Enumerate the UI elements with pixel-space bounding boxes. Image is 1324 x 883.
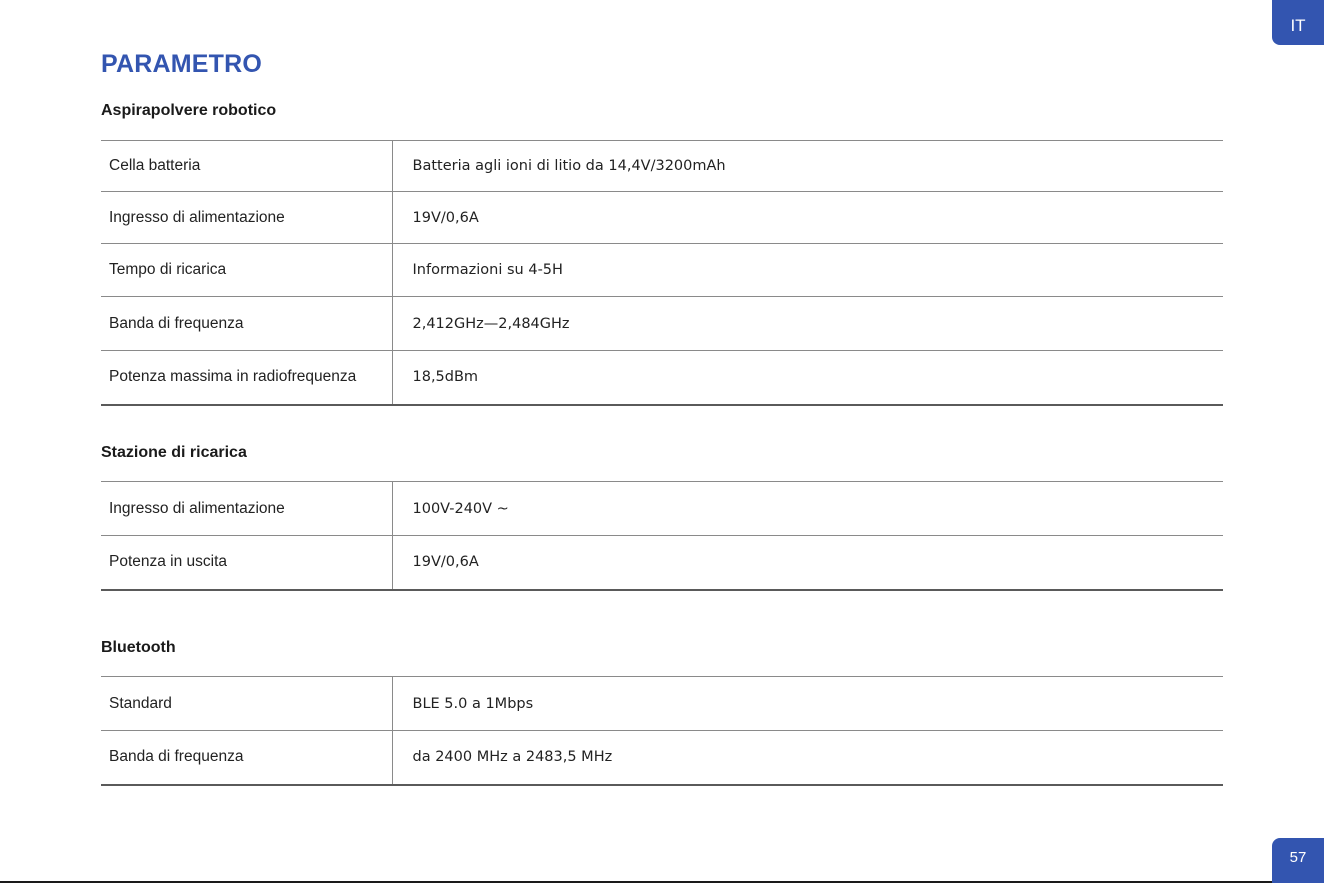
- spec-value: 2,412GHz—2,484GHz: [392, 296, 1223, 351]
- spec-table-robot-vacuum: Cella batteria Batteria agli ioni di lit…: [101, 140, 1223, 406]
- spec-value: Batteria agli ioni di litio da 14,4V/320…: [392, 140, 1223, 192]
- table-row: Standard BLE 5.0 a 1Mbps: [101, 676, 1223, 731]
- table-row: Potenza in uscita 19V/0,6A: [101, 535, 1223, 591]
- spec-label: Banda di frequenza: [101, 730, 393, 786]
- spec-label: Cella batteria: [101, 140, 393, 192]
- spec-label: Potenza massima in radiofrequenza: [101, 350, 393, 406]
- spec-table-bluetooth: Standard BLE 5.0 a 1Mbps Banda di freque…: [101, 676, 1223, 786]
- spec-label: Potenza in uscita: [101, 535, 393, 591]
- spec-label: Ingresso di alimentazione: [101, 481, 393, 536]
- table-row: Cella batteria Batteria agli ioni di lit…: [101, 140, 1223, 192]
- page-number-badge: 57: [1272, 838, 1324, 883]
- spec-value: 19V/0,6A: [392, 191, 1223, 244]
- table-row: Ingresso di alimentazione 100V-240V ~: [101, 481, 1223, 536]
- spec-label: Banda di frequenza: [101, 296, 393, 351]
- section-title-charging-station: Stazione di ricarica: [101, 444, 247, 461]
- spec-label: Ingresso di alimentazione: [101, 191, 393, 244]
- table-row: Tempo di ricarica Informazioni su 4-5H: [101, 243, 1223, 297]
- page-title: PARAMETRO: [101, 50, 263, 78]
- table-row: Potenza massima in radiofrequenza 18,5dB…: [101, 350, 1223, 406]
- spec-value: BLE 5.0 a 1Mbps: [392, 676, 1223, 731]
- section-title-bluetooth: Bluetooth: [101, 639, 176, 656]
- language-tab: IT: [1272, 0, 1324, 45]
- spec-value: 18,5dBm: [392, 350, 1223, 406]
- spec-value: da 2400 MHz a 2483,5 MHz: [392, 730, 1223, 786]
- spec-label: Standard: [101, 676, 393, 731]
- page-number: 57: [1289, 849, 1307, 866]
- table-row: Ingresso di alimentazione 19V/0,6A: [101, 191, 1223, 244]
- language-tab-label: IT: [1290, 15, 1306, 35]
- spec-value: Informazioni su 4-5H: [392, 243, 1223, 297]
- spec-label: Tempo di ricarica: [101, 243, 393, 297]
- spec-value: 19V/0,6A: [392, 535, 1223, 591]
- table-row: Banda di frequenza 2,412GHz—2,484GHz: [101, 296, 1223, 351]
- section-title-robot-vacuum: Aspirapolvere robotico: [101, 102, 277, 119]
- spec-value: 100V-240V ~: [392, 481, 1223, 536]
- spec-table-charging-station: Ingresso di alimentazione 100V-240V ~ Po…: [101, 481, 1223, 591]
- table-row: Banda di frequenza da 2400 MHz a 2483,5 …: [101, 730, 1223, 786]
